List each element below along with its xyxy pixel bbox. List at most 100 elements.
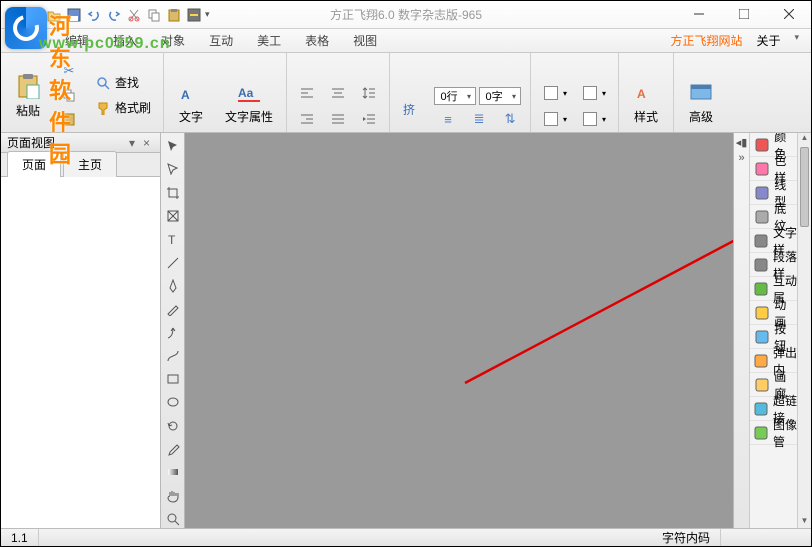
menu-view[interactable]: 视图: [341, 29, 389, 52]
tool-hand[interactable]: [163, 486, 183, 504]
color-select-2[interactable]: ▾: [576, 82, 612, 104]
canvas[interactable]: [185, 133, 733, 528]
tool-pencil[interactable]: [163, 300, 183, 318]
row-input[interactable]: [435, 90, 463, 102]
paste-label: 粘贴: [16, 102, 40, 119]
rail-scrollbar[interactable]: ▲ ▼: [797, 133, 811, 528]
tool-direct-select[interactable]: [163, 160, 183, 178]
menu-insert[interactable]: 插入: [101, 29, 149, 52]
tool-crop[interactable]: [163, 184, 183, 202]
qat-new-icon[interactable]: [25, 6, 43, 24]
tool-pen[interactable]: [163, 277, 183, 295]
hyperlink-icon: [754, 401, 768, 417]
align-justify-button[interactable]: [324, 108, 352, 130]
qat-dropdown-icon[interactable]: ▾: [205, 9, 215, 20]
paste-button[interactable]: 粘贴: [7, 67, 49, 124]
style-button[interactable]: A 样式: [625, 73, 667, 130]
rail-item-imagemgr[interactable]: 图像管: [750, 421, 797, 445]
minimize-button[interactable]: [676, 1, 721, 27]
tool-rotate[interactable]: [163, 417, 183, 435]
advanced-button[interactable]: 高级: [680, 73, 722, 130]
spacing-btn-2[interactable]: ≣: [465, 108, 493, 130]
char-combo[interactable]: ▾: [479, 87, 521, 105]
copy-button[interactable]: [55, 84, 83, 106]
swatch-icon: [543, 85, 559, 101]
align-right-icon: [299, 111, 315, 127]
spacing-btn-1[interactable]: ≡: [434, 108, 462, 130]
text-button[interactable]: A 文字: [170, 73, 212, 130]
color-select-3[interactable]: ▾: [537, 108, 573, 130]
line-spacing-button[interactable]: [355, 82, 383, 104]
imagemgr-icon: [754, 425, 768, 441]
status-encoding[interactable]: 字符内码: [652, 529, 721, 546]
scroll-up-icon[interactable]: ▲: [798, 133, 811, 145]
paste-icon: [14, 72, 42, 100]
qat-undo-icon[interactable]: [85, 6, 103, 24]
tab-master[interactable]: 主页: [63, 151, 117, 177]
chevron-down-icon[interactable]: ▾: [508, 92, 520, 101]
red-arrow-annotation: [185, 133, 733, 528]
tool-line[interactable]: [163, 253, 183, 271]
menu-interact[interactable]: 互动: [197, 29, 245, 52]
tool-curve[interactable]: [163, 347, 183, 365]
tool-zoom[interactable]: [163, 510, 183, 528]
qat-redo-icon[interactable]: [105, 6, 123, 24]
rail-item-label: 图像管: [773, 416, 797, 450]
format-painter-label: 格式刷: [115, 99, 151, 116]
tool-rect[interactable]: [163, 370, 183, 388]
parastyle-icon: [754, 257, 768, 273]
align-right-button[interactable]: [293, 108, 321, 130]
panel-close-icon[interactable]: ×: [139, 136, 154, 150]
row-combo[interactable]: ▾: [434, 87, 476, 105]
chevron-down-icon[interactable]: ▾: [463, 92, 475, 101]
tab-page[interactable]: 页面: [7, 151, 61, 177]
color-select-1[interactable]: ▾: [537, 82, 573, 104]
find-icon: [95, 75, 111, 91]
align-center-button[interactable]: [324, 82, 352, 104]
link-about[interactable]: 关于: [756, 32, 780, 49]
maximize-button[interactable]: [721, 1, 766, 27]
cut-button[interactable]: ✂: [55, 60, 83, 82]
indent-button[interactable]: [355, 108, 383, 130]
menu-file[interactable]: 文件: [5, 29, 53, 52]
char-input[interactable]: [480, 90, 508, 102]
rail-chevrons-icon[interactable]: »: [736, 152, 748, 164]
menu-object[interactable]: 对象: [149, 29, 197, 52]
tool-text[interactable]: T: [163, 230, 183, 248]
tool-ellipse[interactable]: [163, 393, 183, 411]
qat-open-icon[interactable]: [45, 6, 63, 24]
qat-app-icon[interactable]: [5, 6, 23, 24]
spacing-btn-3[interactable]: ⇅: [496, 108, 524, 130]
rail-expand-icon[interactable]: ◂▮: [736, 136, 748, 148]
textstyle-icon: [754, 233, 768, 249]
tool-gradient[interactable]: [163, 463, 183, 481]
close-button[interactable]: [766, 1, 811, 27]
qat-paste-icon[interactable]: [165, 6, 183, 24]
scroll-down-icon[interactable]: ▼: [798, 516, 811, 528]
qat-extra-icon[interactable]: [185, 6, 203, 24]
text-attr-button[interactable]: Aa 文字属性: [218, 73, 280, 130]
tool-select[interactable]: [163, 137, 183, 155]
tool-anchor[interactable]: [163, 323, 183, 341]
qat-copy-icon[interactable]: [145, 6, 163, 24]
qat-cut-icon[interactable]: [125, 6, 143, 24]
find-button[interactable]: 查找: [89, 71, 157, 94]
line-adjust-button[interactable]: 挤: [396, 95, 428, 123]
menubar-dropdown-icon[interactable]: ▾: [794, 32, 799, 49]
tool-eyedropper[interactable]: [163, 440, 183, 458]
status-page: 1.1: [1, 529, 39, 546]
align-left-button[interactable]: [293, 82, 321, 104]
format-painter-button[interactable]: 格式刷: [89, 96, 157, 119]
panel-menu-icon[interactable]: ▾: [125, 136, 139, 150]
menu-edit[interactable]: 编辑: [53, 29, 101, 52]
link-website[interactable]: 方正飞翔网站: [670, 32, 742, 49]
qat-save-icon[interactable]: [65, 6, 83, 24]
menu-table[interactable]: 表格: [293, 29, 341, 52]
cut-icon: ✂: [61, 63, 77, 79]
tool-frame[interactable]: [163, 207, 183, 225]
scroll-thumb[interactable]: [800, 147, 809, 227]
clipboard-button[interactable]: [55, 108, 83, 130]
text-a-icon: A: [177, 78, 205, 106]
menu-art[interactable]: 美工: [245, 29, 293, 52]
color-select-4[interactable]: ▾: [576, 108, 612, 130]
